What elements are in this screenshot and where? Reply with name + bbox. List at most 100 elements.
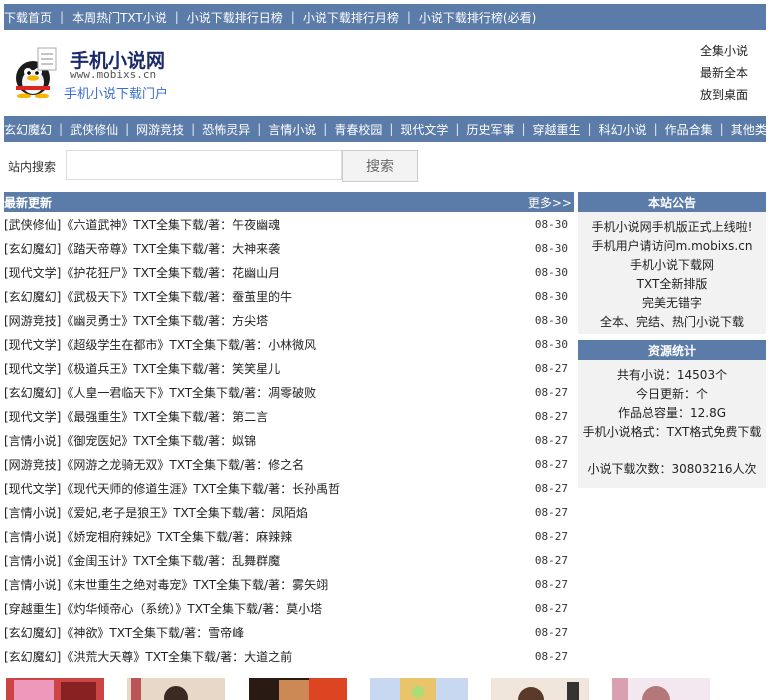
category-link[interactable]: 恐怖灵异 — [202, 121, 250, 138]
category-link[interactable]: 作品合集 — [665, 121, 713, 138]
category-tag[interactable]: [现代文学] — [4, 362, 61, 376]
list-item[interactable]: [玄幻魔幻]《武极天下》TXT全集下载/著：蚕茧里的牛 08-30 — [4, 284, 574, 308]
book-link[interactable]: [现代文学]《现代天师的修道生涯》TXT全集下载/著：长孙禹哲 — [4, 480, 340, 497]
header-link-complete[interactable]: 全集小说 — [700, 40, 748, 62]
category-tag[interactable]: [现代文学] — [4, 482, 61, 496]
book-title[interactable]: 《极道兵王》TXT全集下载/著：笑笑星儿 — [61, 362, 280, 376]
list-item[interactable]: [玄幻魔幻]《洪荒大天尊》TXT全集下载/著：大道之前 08-27 — [4, 644, 574, 668]
list-item[interactable]: [现代文学]《现代天师的修道生涯》TXT全集下载/著：长孙禹哲 08-27 — [4, 476, 574, 500]
category-link[interactable]: 科幻小说 — [599, 121, 647, 138]
book-title[interactable]: 《武极天下》TXT全集下载/著：蚕茧里的牛 — [61, 290, 292, 304]
book-link[interactable]: [武侠修仙]《六道武神》TXT全集下载/著：午夜幽魂 — [4, 216, 280, 233]
book-link[interactable]: [言情小说]《爱妃,老子是狼王》TXT全集下载/著：凤陌焰 — [4, 504, 308, 521]
list-item[interactable]: [玄幻魔幻]《踏天帝尊》TXT全集下载/著：大神来袭 08-30 — [4, 236, 574, 260]
book-cover-image[interactable] — [6, 678, 104, 700]
book-title[interactable]: 《幽灵勇士》TXT全集下载/著：方尖塔 — [61, 314, 268, 328]
category-tag[interactable]: [玄幻魔幻] — [4, 650, 61, 664]
list-item[interactable]: [言情小说]《末世重生之绝对毒宠》TXT全集下载/著：雾矢翊 08-27 — [4, 572, 574, 596]
list-item[interactable]: [现代文学]《极道兵王》TXT全集下载/著：笑笑星儿 08-27 — [4, 356, 574, 380]
category-tag[interactable]: [言情小说] — [4, 434, 61, 448]
list-item[interactable]: [言情小说]《御宠医妃》TXT全集下载/著：姒锦 08-27 — [4, 428, 574, 452]
list-item[interactable]: [武侠修仙]《六道武神》TXT全集下载/著：午夜幽魂 08-30 — [4, 212, 574, 236]
book-cover-image[interactable] — [249, 678, 347, 700]
book-link[interactable]: [玄幻魔幻]《人皇一君临天下》TXT全集下载/著：凋零破败 — [4, 384, 316, 401]
book-title[interactable]: 《网游之龙骑无双》TXT全集下载/著：修之名 — [61, 458, 304, 472]
list-item[interactable]: [现代文学]《最强重生》TXT全集下载/著：第二言 08-27 — [4, 404, 574, 428]
book-title[interactable]: 《金闺玉计》TXT全集下载/著：乱舞群魔 — [61, 554, 280, 568]
book-title[interactable]: 《最强重生》TXT全集下载/著：第二言 — [61, 410, 268, 424]
book-title[interactable]: 《护花狂尸》TXT全集下载/著：花幽山月 — [61, 266, 280, 280]
category-link[interactable]: 言情小说 — [268, 121, 316, 138]
category-tag[interactable]: [玄幻魔幻] — [4, 386, 61, 400]
book-title[interactable]: 《洪荒大天尊》TXT全集下载/著：大道之前 — [61, 650, 292, 664]
search-input[interactable] — [66, 150, 342, 180]
book-title[interactable]: 《人皇一君临天下》TXT全集下载/著：凋零破败 — [61, 386, 316, 400]
category-link[interactable]: 玄幻魔幻 — [4, 121, 52, 138]
book-title[interactable]: 《踏天帝尊》TXT全集下载/著：大神来袭 — [61, 242, 280, 256]
book-link[interactable]: [现代文学]《最强重生》TXT全集下载/著：第二言 — [4, 408, 268, 425]
category-tag[interactable]: [网游竞技] — [4, 458, 61, 472]
penguin-logo-icon[interactable] — [12, 46, 58, 98]
search-button[interactable]: 搜索 — [342, 150, 418, 182]
book-title[interactable]: 《娇宠相府辣妃》TXT全集下载/著：麻辣辣 — [61, 530, 292, 544]
category-link[interactable]: 现代文学 — [400, 121, 448, 138]
list-item[interactable]: [网游竞技]《幽灵勇士》TXT全集下载/著：方尖塔 08-30 — [4, 308, 574, 332]
book-link[interactable]: [现代文学]《护花狂尸》TXT全集下载/著：花幽山月 — [4, 264, 280, 281]
category-link[interactable]: 网游竞技 — [136, 121, 184, 138]
list-item[interactable]: [言情小说]《金闺玉计》TXT全集下载/著：乱舞群魔 08-27 — [4, 548, 574, 572]
topnav-link-rank-must-see[interactable]: 小说下载排行榜(必看) — [419, 9, 536, 26]
book-link[interactable]: [玄幻魔幻]《神欲》TXT全集下载/著：雪帝峰 — [4, 624, 244, 641]
category-link[interactable]: 历史军事 — [466, 121, 514, 138]
book-cover-image[interactable] — [370, 678, 468, 700]
category-tag[interactable]: [武侠修仙] — [4, 218, 61, 232]
book-link[interactable]: [现代文学]《超级学生在都市》TXT全集下载/著：小林微风 — [4, 336, 316, 353]
book-cover-image[interactable] — [612, 678, 710, 700]
book-title[interactable]: 《超级学生在都市》TXT全集下载/著：小林微风 — [61, 338, 316, 352]
book-cover-image[interactable] — [491, 678, 589, 700]
category-tag[interactable]: [玄幻魔幻] — [4, 290, 61, 304]
book-title[interactable]: 《灼华倾帝心（系统）》TXT全集下载/著：莫小塔 — [61, 602, 322, 616]
book-title[interactable]: 《六道武神》TXT全集下载/著：午夜幽魂 — [61, 218, 280, 232]
header-link-latest-complete[interactable]: 最新全本 — [700, 62, 748, 84]
category-tag[interactable]: [穿越重生] — [4, 602, 61, 616]
header-link-add-to-desktop[interactable]: 放到桌面 — [700, 84, 748, 106]
category-link[interactable]: 其他类 — [731, 121, 766, 138]
list-item[interactable]: [现代文学]《超级学生在都市》TXT全集下载/著：小林微风 08-30 — [4, 332, 574, 356]
topnav-link-weekly-hot[interactable]: 本周热门TXT小说 — [72, 9, 167, 26]
list-item[interactable]: [言情小说]《娇宠相府辣妃》TXT全集下载/著：麻辣辣 08-27 — [4, 524, 574, 548]
topnav-link-monthly-rank[interactable]: 小说下载排行月榜 — [303, 9, 399, 26]
category-link[interactable]: 武侠修仙 — [70, 121, 118, 138]
book-cover-image[interactable] — [127, 678, 225, 700]
list-item[interactable]: [言情小说]《爱妃,老子是狼王》TXT全集下载/著：凤陌焰 08-27 — [4, 500, 574, 524]
book-link[interactable]: [玄幻魔幻]《洪荒大天尊》TXT全集下载/著：大道之前 — [4, 648, 292, 665]
book-link[interactable]: [网游竞技]《幽灵勇士》TXT全集下载/著：方尖塔 — [4, 312, 268, 329]
book-title[interactable]: 《爱妃,老子是狼王》TXT全集下载/著：凤陌焰 — [61, 506, 308, 520]
list-item[interactable]: [玄幻魔幻]《人皇一君临天下》TXT全集下载/著：凋零破败 08-27 — [4, 380, 574, 404]
list-item[interactable]: [网游竞技]《网游之龙骑无双》TXT全集下载/著：修之名 08-27 — [4, 452, 574, 476]
book-title[interactable]: 《神欲》TXT全集下载/著：雪帝峰 — [61, 626, 244, 640]
category-tag[interactable]: [网游竞技] — [4, 314, 61, 328]
topnav-link-daily-rank[interactable]: 小说下载排行日榜 — [187, 9, 283, 26]
book-link[interactable]: [言情小说]《娇宠相府辣妃》TXT全集下载/著：麻辣辣 — [4, 528, 292, 545]
category-tag[interactable]: [现代文学] — [4, 338, 61, 352]
book-link[interactable]: [言情小说]《御宠医妃》TXT全集下载/著：姒锦 — [4, 432, 256, 449]
book-title[interactable]: 《末世重生之绝对毒宠》TXT全集下载/著：雾矢翊 — [61, 578, 328, 592]
category-link[interactable]: 穿越重生 — [533, 121, 581, 138]
category-tag[interactable]: [玄幻魔幻] — [4, 242, 61, 256]
topnav-link-home[interactable]: 下载首页 — [4, 9, 52, 26]
list-item[interactable]: [玄幻魔幻]《神欲》TXT全集下载/著：雪帝峰 08-27 — [4, 620, 574, 644]
list-item[interactable]: [穿越重生]《灼华倾帝心（系统）》TXT全集下载/著：莫小塔 08-27 — [4, 596, 574, 620]
category-tag[interactable]: [言情小说] — [4, 578, 61, 592]
book-link[interactable]: [穿越重生]《灼华倾帝心（系统）》TXT全集下载/著：莫小塔 — [4, 600, 322, 617]
book-link[interactable]: [言情小说]《末世重生之绝对毒宠》TXT全集下载/著：雾矢翊 — [4, 576, 328, 593]
category-tag[interactable]: [言情小说] — [4, 554, 61, 568]
book-link[interactable]: [网游竞技]《网游之龙骑无双》TXT全集下载/著：修之名 — [4, 456, 304, 473]
category-tag[interactable]: [现代文学] — [4, 410, 61, 424]
list-item[interactable]: [现代文学]《护花狂尸》TXT全集下载/著：花幽山月 08-30 — [4, 260, 574, 284]
category-tag[interactable]: [玄幻魔幻] — [4, 626, 61, 640]
book-link[interactable]: [言情小说]《金闺玉计》TXT全集下载/著：乱舞群魔 — [4, 552, 280, 569]
category-tag[interactable]: [言情小说] — [4, 530, 61, 544]
book-link[interactable]: [玄幻魔幻]《踏天帝尊》TXT全集下载/著：大神来袭 — [4, 240, 280, 257]
category-tag[interactable]: [言情小说] — [4, 506, 61, 520]
category-tag[interactable]: [现代文学] — [4, 266, 61, 280]
